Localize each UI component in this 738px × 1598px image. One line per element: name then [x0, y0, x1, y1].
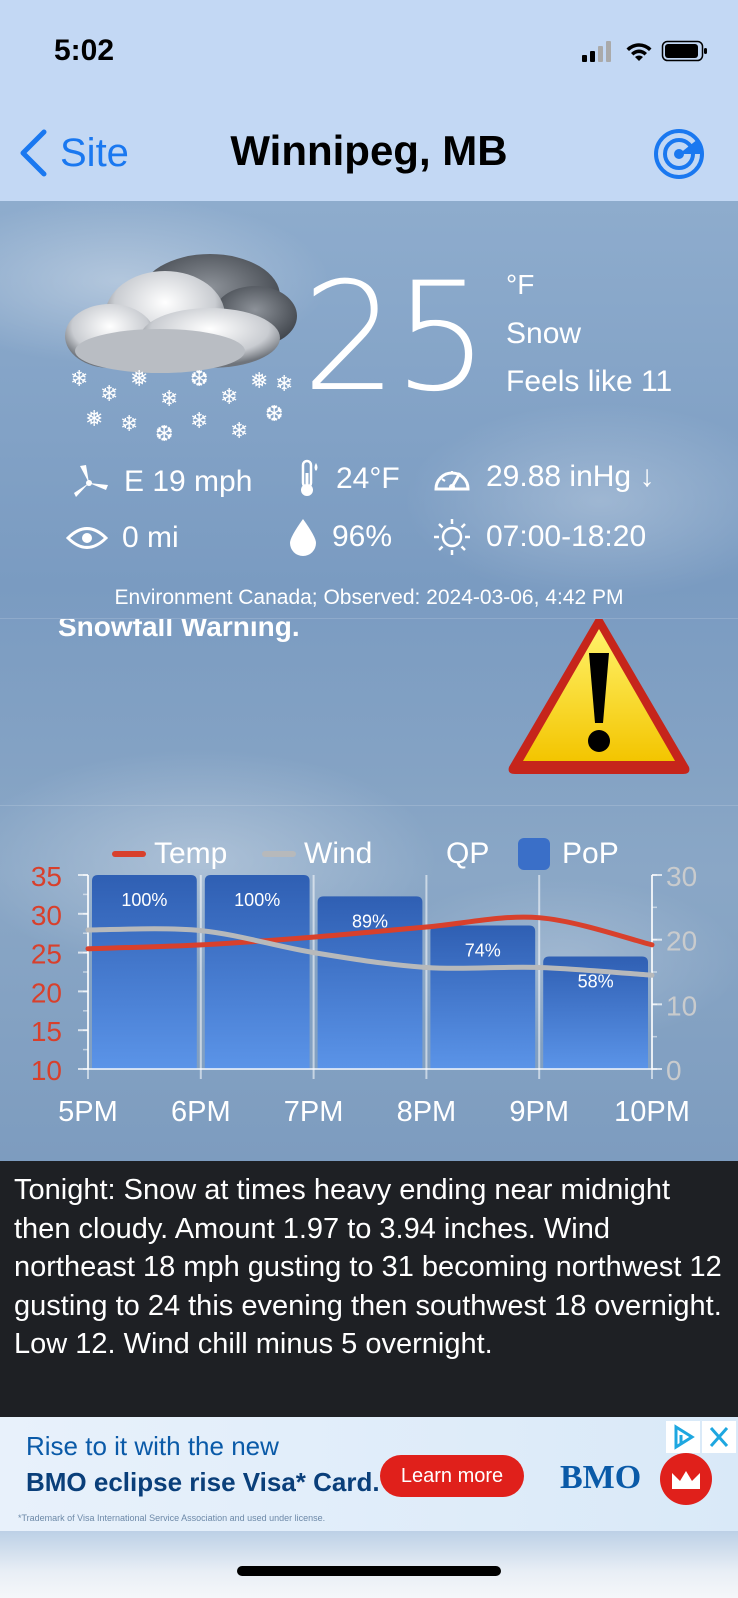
status-bar: 5:02 [0, 0, 738, 105]
wind-turbine-icon [74, 465, 108, 497]
bmo-roundel-icon [660, 1453, 712, 1505]
svg-text:❄: ❄ [160, 387, 178, 412]
y-right-tick-label: 30 [666, 861, 697, 892]
barometer-gauge-icon [434, 471, 470, 491]
pop-bar-label: 74% [465, 940, 501, 960]
y-left-tick-label: 15 [31, 1016, 62, 1047]
humidity-detail: 96% [288, 517, 392, 557]
y-right-tick-label: 20 [666, 926, 697, 957]
observation-source: Environment Canada; Observed: 2024-03-06… [114, 586, 624, 609]
radar-button[interactable] [652, 127, 706, 181]
pop-bar-label: 58% [578, 971, 614, 991]
x-tick-label: 7PM [284, 1096, 344, 1128]
svg-text:❄: ❄ [220, 385, 238, 410]
eye-icon [66, 527, 108, 549]
y-left-tick-label: 20 [31, 977, 62, 1008]
back-button[interactable]: Site [18, 123, 129, 183]
wifi-icon [626, 43, 652, 61]
warning-panel[interactable]: Snowfall Warning. [0, 618, 738, 806]
ad-product: BMO eclipse rise Visa* Card. [26, 1467, 380, 1497]
radar-icon [654, 129, 704, 179]
y-left-tick-label: 30 [31, 900, 62, 931]
temperature-unit: °F [506, 269, 535, 300]
pressure-value: 29.88 inHg ↓ [486, 460, 655, 493]
svg-text:❄: ❄ [275, 372, 293, 397]
pop-bar-label: 100% [234, 890, 280, 910]
wind-detail: E 19 mph [72, 463, 252, 501]
chart-plot: 100% 100% 89% 74% 58% 10 15 20 25 30 35 0 10 20 30 5PM 6… [31, 861, 697, 1128]
back-button-label: Site [60, 130, 129, 175]
ad-fine-print: *Trademark of Visa International Service… [18, 1513, 326, 1523]
water-drop-icon [290, 519, 316, 556]
x-tick-label: 5PM [58, 1096, 118, 1128]
svg-text:❄: ❄ [190, 409, 208, 434]
svg-text:❆: ❆ [265, 402, 283, 427]
y-left-tick-label: 10 [31, 1055, 62, 1086]
cellular-signal-icon [582, 41, 611, 62]
svg-text:❄: ❄ [230, 419, 248, 444]
svg-text:❆: ❆ [155, 422, 173, 446]
navigation-bar: Site Winnipeg, MB [0, 105, 738, 201]
svg-text:❅: ❅ [130, 367, 148, 392]
feels-like: Feels like 11 [506, 365, 673, 398]
y-left-tick-label: 35 [31, 861, 62, 892]
y-left-tick-label: 25 [31, 939, 62, 970]
pop-bar-label: 100% [121, 890, 167, 910]
svg-text:❅: ❅ [250, 369, 268, 394]
battery-icon [661, 40, 707, 62]
y-right-tick-label: 10 [666, 990, 697, 1021]
learn-more-button[interactable]: Learn more [380, 1455, 524, 1497]
snow-cloud-icon: ❄❄❅ ❄❆❄ ❅❅ ❄ ❆❄ ❄ ❆❄ [65, 254, 297, 446]
svg-text:❄: ❄ [120, 412, 138, 437]
svg-text:❅: ❅ [85, 407, 103, 432]
warning-text: Snowfall Warning. [58, 618, 300, 642]
ad-headline: Rise to it with the new [26, 1431, 279, 1461]
ad-brand: BMO [560, 1459, 642, 1496]
sun-icon [434, 519, 470, 555]
forecast-text: Tonight: Snow at times heavy ending near… [0, 1161, 738, 1417]
current-condition: Snow [506, 317, 582, 350]
x-tick-label: 9PM [509, 1096, 569, 1128]
x-tick-label: 10PM [614, 1096, 690, 1128]
x-tick-label: 6PM [171, 1096, 231, 1128]
warning-triangle-icon [508, 619, 690, 774]
humidity-value: 96% [332, 520, 393, 553]
ad-banner[interactable]: Rise to it with the new BMO eclipse rise… [0, 1417, 738, 1531]
home-indicator[interactable] [237, 1566, 501, 1576]
svg-text:❆: ❆ [190, 367, 208, 392]
svg-text:❄: ❄ [70, 367, 88, 392]
pop-bar-label: 89% [352, 911, 388, 931]
svg-text:❄: ❄ [100, 382, 118, 407]
current-temperature: 25 [302, 251, 489, 425]
sun-value: 07:00-18:20 [486, 520, 647, 553]
dewpoint-value: 24°F [336, 462, 400, 495]
y-right-tick-label: 0 [666, 1055, 682, 1086]
status-time: 5:02 [54, 34, 115, 67]
ad-choices-icon[interactable] [666, 1421, 700, 1453]
sun-detail: 07:00-18:20 [432, 517, 646, 557]
weather-content: ❄ ❄ ❅ ❄ ❆ ❄ ❅ ❅ ❄ ❆ ❄ ❄ ❆ ❄ 25 °F Snow Feels like… [0, 201, 738, 1161]
bottom-area [0, 1531, 738, 1598]
pressure-detail: 29.88 inHg ↓ [432, 459, 654, 495]
x-tick-label: 8PM [397, 1096, 457, 1128]
ad-close-icon[interactable] [702, 1421, 736, 1453]
visibility-value: 0 mi [122, 521, 179, 554]
wind-value: E 19 mph [124, 465, 253, 498]
dewpoint-detail: 24°F [296, 459, 400, 499]
visibility-detail: 0 mi [66, 521, 179, 555]
status-icons [582, 38, 710, 64]
chevron-left-icon [20, 129, 47, 177]
thermometer-icon [301, 459, 318, 496]
hourly-chart: Temp Wind QP PoP 100% 100% 89% 74% 58% 10 15 20… [0, 817, 738, 1147]
